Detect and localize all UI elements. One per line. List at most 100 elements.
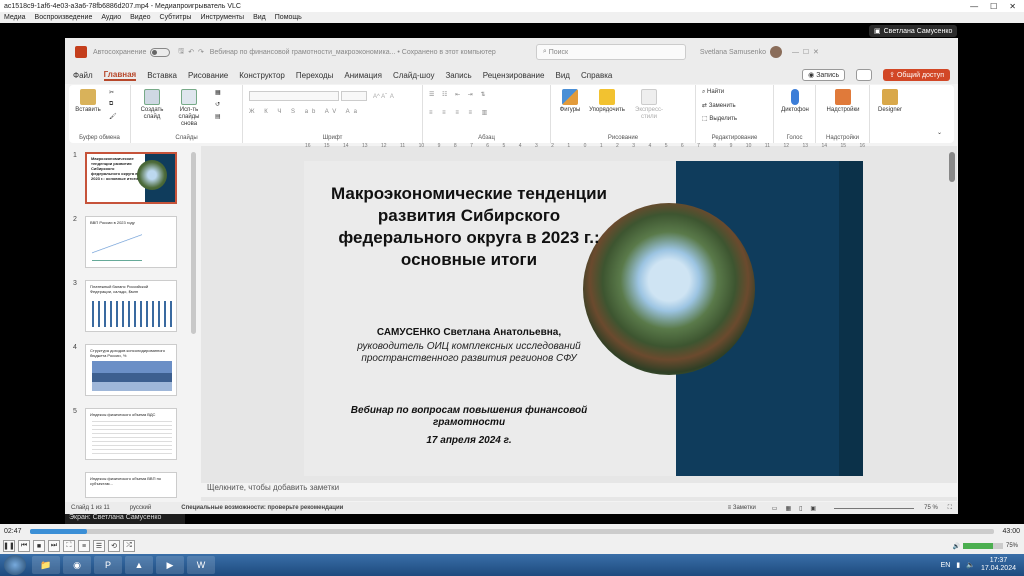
user-name[interactable]: Svetlana Samusenko	[700, 49, 766, 56]
section-icon[interactable]: ▤	[215, 113, 221, 120]
arrange-button[interactable]: Упорядочить	[587, 89, 627, 114]
replace-button[interactable]: ⇄ Заменить	[702, 102, 736, 109]
previous-icon[interactable]: ⏮	[18, 540, 30, 552]
reset-icon[interactable]: ↺	[215, 101, 220, 108]
align-buttons[interactable]: ≡ ≡ ≡ ≡ ▥	[429, 109, 491, 116]
slide-thumbnail[interactable]: Платежный баланс Российской Федерации, с…	[85, 280, 177, 332]
tab-draw[interactable]: Рисование	[188, 71, 228, 80]
view-buttons[interactable]: ▭▦▯▣	[772, 505, 824, 512]
slide-webinar[interactable]: Вебинар по вопросам повышения финансовой…	[344, 405, 594, 429]
language-indicator[interactable]: EN	[941, 562, 951, 569]
media-icon[interactable]: ▶	[156, 556, 184, 574]
minimize-icon[interactable]: —	[792, 49, 803, 56]
extended-settings-icon[interactable]: ≡	[78, 540, 90, 552]
tab-slideshow[interactable]: Слайд-шоу	[393, 71, 434, 80]
accessibility-status[interactable]: Специальные возможности: проверьте реком…	[181, 505, 343, 511]
slide-thumbnail[interactable]: Структура доходов консолидированного бюд…	[85, 344, 177, 396]
notes-button[interactable]: ≡ Заметки	[728, 505, 756, 511]
shapes-button[interactable]: Фигуры	[555, 89, 585, 114]
tab-record[interactable]: Запись	[445, 71, 471, 80]
slide-title[interactable]: Макроэкономические тенденции развития Си…	[324, 183, 614, 271]
powerpoint-taskbar-icon[interactable]: P	[94, 556, 122, 574]
maximize-icon[interactable]: ☐	[990, 2, 997, 11]
font-format-buttons[interactable]: Ж К Ч S ab AV Aa	[249, 109, 361, 115]
vlc-menu-item[interactable]: Медиа	[4, 14, 26, 21]
playlist-icon[interactable]: ☰	[93, 540, 105, 552]
collapse-ribbon-icon[interactable]: ⌄	[937, 129, 942, 136]
select-button[interactable]: ⬚ Выделить	[702, 115, 737, 122]
volume-slider[interactable]	[962, 543, 1003, 549]
quick-styles-button[interactable]: Экспресс-стили	[629, 89, 669, 121]
close-icon[interactable]: ✕	[813, 48, 823, 56]
cut-icon[interactable]: ✂	[109, 89, 114, 96]
slide-date[interactable]: 17 апреля 2024 г.	[344, 435, 594, 446]
vlc-menu-item[interactable]: Аудио	[101, 14, 121, 21]
explorer-icon[interactable]: 📁	[32, 556, 60, 574]
clock[interactable]: 17:37 17.04.2024	[981, 557, 1016, 573]
tab-review[interactable]: Рецензирование	[483, 71, 545, 80]
volume-control[interactable]: 🔊 75%	[953, 543, 1018, 550]
tab-home[interactable]: Главная	[103, 70, 137, 81]
minimize-icon[interactable]: —	[970, 2, 978, 11]
copy-icon[interactable]: ⧉	[109, 101, 113, 108]
save-icon[interactable]: 🖫	[178, 47, 184, 58]
volume-icon[interactable]: 🔈	[966, 561, 975, 569]
layout-icon[interactable]: ▦	[215, 89, 221, 96]
slide-author[interactable]: САМУСЕНКО Светлана Анатольевна,	[344, 327, 594, 338]
maximize-icon[interactable]: ☐	[803, 48, 813, 56]
thumbnails-scrollbar[interactable]	[191, 152, 196, 334]
stop-icon[interactable]: ■	[33, 540, 45, 552]
screen-share-pill[interactable]: ▣ Светлана Самусенко	[869, 25, 957, 37]
seek-slider[interactable]	[29, 528, 995, 534]
tab-view[interactable]: Вид	[555, 71, 569, 80]
word-icon[interactable]: W	[187, 556, 215, 574]
language-status[interactable]: русский	[130, 505, 152, 511]
new-slide-button[interactable]: Создать слайд	[135, 89, 169, 121]
font-size-combo[interactable]	[341, 91, 367, 101]
vlc-menu-item[interactable]: Субтитры	[160, 14, 192, 21]
redo-icon[interactable]: ↷	[198, 48, 204, 56]
font-name-combo[interactable]	[249, 91, 339, 101]
pause-icon[interactable]: ❚❚	[3, 540, 15, 552]
tab-file[interactable]: Файл	[73, 71, 93, 80]
comments-button[interactable]	[856, 69, 873, 81]
vlc-menu-item[interactable]: Видео	[130, 14, 150, 21]
shuffle-icon[interactable]: ⤮	[123, 540, 135, 552]
vlc-menu-item[interactable]: Воспроизведение	[35, 14, 93, 21]
dictate-button[interactable]: Диктофон	[776, 89, 814, 114]
tab-design[interactable]: Конструктор	[239, 71, 285, 80]
chrome-icon[interactable]: ◉	[63, 556, 91, 574]
slide-thumbnail[interactable]: ВВП России в 2023 году	[85, 216, 177, 268]
tab-transitions[interactable]: Переходы	[296, 71, 334, 80]
addins-button[interactable]: Надстройки	[818, 89, 868, 114]
loop-icon[interactable]: ⟲	[108, 540, 120, 552]
slide-author-role[interactable]: руководитель ОИЦ комплексных исследовани…	[344, 341, 594, 365]
reuse-slides-button[interactable]: Исп-ть слайды снова	[171, 89, 207, 128]
autosave-toggle[interactable]	[150, 47, 171, 57]
find-button[interactable]: ⌕ Найти	[702, 89, 724, 96]
slide-thumbnail[interactable]: Индексы физического объема ВДС	[85, 408, 177, 460]
start-button-icon[interactable]	[4, 555, 26, 575]
network-icon[interactable]: ▮	[956, 561, 960, 569]
fullscreen-icon[interactable]: ⛶	[63, 540, 75, 552]
tab-insert[interactable]: Вставка	[147, 71, 177, 80]
zoom-level[interactable]: 75 %	[924, 505, 938, 511]
paste-button[interactable]: Вставить	[73, 89, 103, 114]
editor-scrollbar[interactable]	[949, 152, 955, 182]
next-icon[interactable]: ⏭	[48, 540, 60, 552]
vlc-menu-item[interactable]: Помощь	[275, 14, 302, 21]
document-title[interactable]: Вебинар по финансовой грамотности_макроэ…	[210, 49, 496, 56]
zoom-slider[interactable]	[834, 507, 915, 509]
notes-pane[interactable]: Щелкните, чтобы добавить заметки	[201, 483, 957, 497]
slide-thumbnail[interactable]: Макроэкономические тенденции развития Си…	[85, 152, 177, 204]
list-buttons[interactable]: ☰ ☷ ⇤ ⇥ ⇅	[429, 91, 489, 98]
search-input[interactable]: ⌕ Поиск	[535, 44, 686, 60]
slide-thumbnail[interactable]: Индексы физического объема ВВП по субъек…	[85, 472, 177, 498]
tab-animations[interactable]: Анимация	[344, 71, 382, 80]
vlc-menu-item[interactable]: Инструменты	[200, 14, 244, 21]
share-button[interactable]: ⇪ Общий доступ	[883, 69, 950, 81]
designer-button[interactable]: Designer	[872, 89, 908, 114]
format-painter-icon[interactable]: 🖌	[109, 113, 117, 120]
tab-help[interactable]: Справка	[581, 71, 612, 80]
slide-canvas[interactable]: Макроэкономические тенденции развития Си…	[304, 161, 863, 476]
